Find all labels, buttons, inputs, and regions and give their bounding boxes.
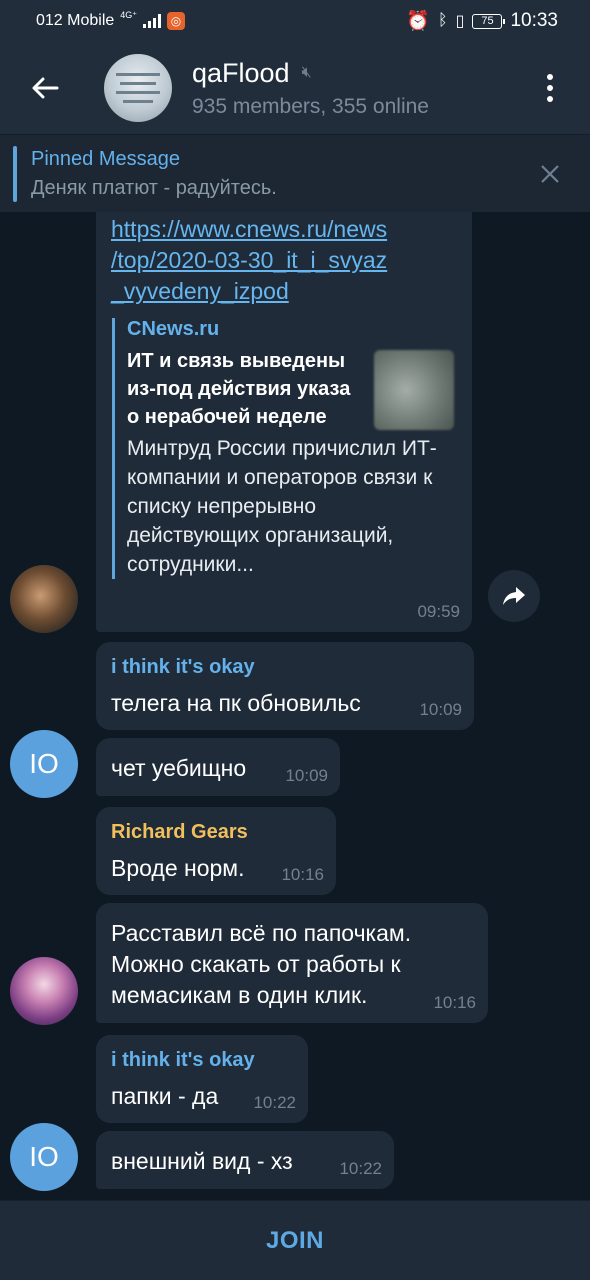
- battery-icon: 75: [472, 13, 506, 29]
- vibrate-icon: ▯: [455, 13, 465, 30]
- more-menu-button[interactable]: [510, 42, 590, 134]
- chat-header: qaFlood 🔇︎ 935 members, 355 online: [0, 42, 590, 134]
- arrow-left-icon: [32, 77, 59, 99]
- alarm-icon: ⏰: [406, 11, 431, 32]
- muted-icon: 🔇︎: [301, 64, 312, 81]
- message-bubble[interactable]: i think it's okay телега на пк обновильс…: [96, 642, 474, 730]
- dot-icon: [547, 85, 553, 91]
- join-button[interactable]: JOIN: [266, 1227, 324, 1255]
- message-bubble[interactable]: Richard Gears Вроде норм. 10:16: [96, 807, 336, 895]
- dot-icon: [547, 74, 553, 80]
- preview-description: Минтруд России причислил ИТ-компании и о…: [127, 437, 437, 576]
- message-text-line: Расставил всё по папочкам.: [111, 920, 412, 946]
- message-link[interactable]: /top/2020-03-30_it_i_svyaz: [111, 245, 387, 276]
- avatar-initials: IO: [29, 1141, 59, 1172]
- clock: 10:33: [510, 10, 558, 31]
- pinned-text: Деняк платют - радуйтесь.: [31, 176, 277, 199]
- close-icon: [541, 165, 559, 183]
- carrier-name: 012 Mobile: [36, 12, 115, 29]
- dot-icon: [547, 96, 553, 102]
- join-bar[interactable]: JOIN: [0, 1200, 590, 1280]
- message-bubble[interactable]: чет уебищно 10:09: [96, 738, 340, 796]
- signal-icon: [143, 14, 162, 28]
- network-type: 4G⁺: [120, 9, 138, 20]
- user-avatar[interactable]: [10, 565, 78, 633]
- pinned-title: Pinned Message: [31, 147, 180, 170]
- header-info[interactable]: qaFlood 🔇︎ 935 members, 355 online: [192, 58, 510, 119]
- link-preview[interactable]: CNews.ru ИТ и связь выведены из-под дейс…: [112, 318, 454, 579]
- message-text-line: мемасикам в один клик.: [111, 982, 368, 1008]
- avatar-initials: IO: [29, 748, 59, 779]
- chat-subtitle: 935 members, 355 online: [192, 94, 429, 118]
- message-text: телега на пк обновильс: [111, 690, 361, 716]
- sender-name[interactable]: Richard Gears: [111, 821, 248, 844]
- message-text-line: Можно скакать от работы к: [111, 951, 401, 977]
- message-time: 10:09: [419, 700, 462, 719]
- message-link[interactable]: _vyvedeny_izpod: [111, 276, 387, 307]
- message-bubble[interactable]: внешний вид - хз 10:22: [96, 1131, 394, 1189]
- user-avatar[interactable]: [10, 957, 78, 1025]
- message-time: 10:09: [285, 766, 328, 785]
- share-button[interactable]: [488, 570, 540, 622]
- sender-name[interactable]: i think it's okay: [111, 1049, 255, 1072]
- preview-title: ИТ и связь выведены из-под действия указ…: [127, 350, 351, 428]
- message-text: папки - да: [111, 1083, 219, 1109]
- battery-level: 75: [481, 15, 494, 27]
- preview-thumbnail[interactable]: [374, 350, 454, 430]
- back-button[interactable]: [0, 42, 90, 134]
- pinned-accent-bar: [13, 145, 17, 202]
- status-bar: 012 Mobile 4G⁺ ◎ ⏰ ᛒ ▯ 75 10:33: [0, 0, 590, 42]
- user-avatar[interactable]: IO: [10, 1123, 78, 1191]
- message-text: Вроде норм.: [111, 855, 245, 881]
- message-bubble[interactable]: Расставил всё по папочкам. Можно скакать…: [96, 903, 488, 1023]
- message-bubble[interactable]: https://www.cnews.ru/news /top/2020-03-3…: [96, 180, 472, 632]
- message-time: 10:16: [433, 993, 476, 1012]
- chat-title: qaFlood: [192, 57, 290, 88]
- message-text: чет уебищно: [111, 755, 247, 781]
- message-time: 09:59: [417, 602, 460, 621]
- user-avatar[interactable]: IO: [10, 730, 78, 798]
- sender-name[interactable]: i think it's okay: [111, 656, 255, 679]
- message-text: внешний вид - хз: [111, 1148, 293, 1174]
- notification-app-icon: ◎: [167, 12, 186, 30]
- bluetooth-icon: ᛒ: [438, 12, 448, 29]
- message-time: 10:16: [281, 865, 324, 884]
- message-time: 10:22: [339, 1159, 382, 1178]
- message-link[interactable]: https://www.cnews.ru/news: [111, 214, 387, 245]
- status-right: ⏰ ᛒ ▯ 75 10:33: [406, 9, 558, 33]
- message-bubble[interactable]: i think it's okay папки - да 10:22: [96, 1035, 308, 1123]
- group-avatar[interactable]: [104, 54, 172, 122]
- share-arrow-icon: [503, 587, 525, 605]
- preview-site-name: CNews.ru: [127, 318, 220, 340]
- message-time: 10:22: [253, 1093, 296, 1112]
- pinned-message[interactable]: Pinned Message Деняк платют - радуйтесь.: [0, 134, 590, 212]
- close-pinned-button[interactable]: [520, 155, 580, 192]
- carrier-info: 012 Mobile 4G⁺ ◎: [36, 9, 186, 30]
